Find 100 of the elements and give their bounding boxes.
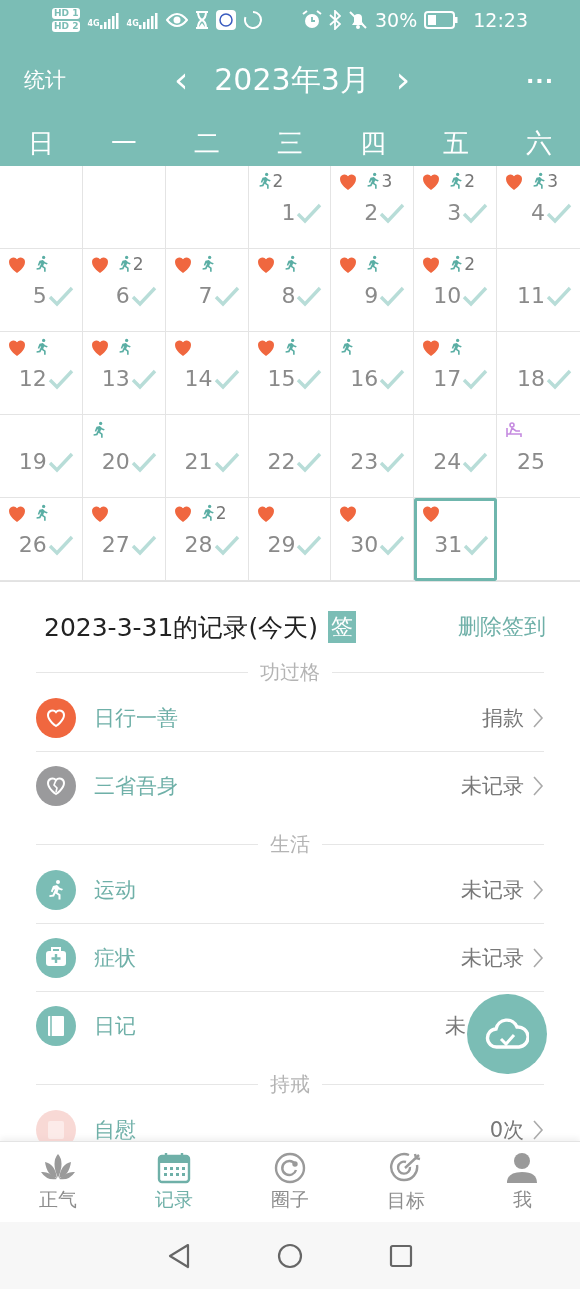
heart-icon	[422, 172, 441, 190]
row-value: 未记录	[461, 876, 524, 904]
run-count: 2	[464, 254, 476, 274]
check-icon	[296, 367, 323, 390]
nav-tab[interactable]: 记录	[116, 1142, 232, 1222]
battery-icon	[424, 11, 459, 29]
home-icon[interactable]	[277, 1242, 303, 1269]
calendar-day[interactable]: 2 10	[414, 249, 498, 332]
run-count: 2	[132, 254, 144, 274]
chevron-icon[interactable]	[532, 706, 544, 729]
heart-icon	[339, 504, 358, 522]
check-icon	[546, 201, 572, 224]
day-number: 26	[18, 532, 47, 557]
calendar-day[interactable]: 9	[331, 249, 415, 332]
calendar-day[interactable]: 22	[248, 415, 332, 498]
day-number: 12	[18, 366, 47, 391]
more-button[interactable]: ···	[440, 66, 560, 94]
run-count: 2	[464, 171, 476, 191]
check-icon	[462, 201, 489, 224]
back-icon[interactable]	[167, 1242, 191, 1269]
chevron-icon[interactable]	[532, 878, 544, 901]
calendar-day[interactable]: 26	[0, 498, 83, 581]
calendar-day[interactable]: 12	[0, 332, 83, 415]
meditation-icon	[505, 422, 524, 438]
running-person-icon	[34, 504, 50, 522]
running-person-icon	[365, 172, 382, 190]
heart-icon	[256, 338, 275, 356]
check-icon	[213, 367, 240, 390]
check-icon	[47, 367, 74, 390]
calendar-day[interactable]: 27	[82, 498, 166, 581]
day-number: 6	[115, 283, 130, 308]
next-month-button[interactable]: ›	[391, 62, 415, 98]
calendar-day[interactable]: 16	[331, 332, 415, 415]
section-title: 功过格	[260, 658, 320, 686]
check-icon	[462, 284, 489, 307]
weekday-label: 日	[27, 126, 56, 160]
calendar-day[interactable]: 2 28	[165, 498, 249, 581]
check-icon	[130, 533, 157, 556]
running-person-icon	[34, 338, 50, 356]
nav-tab[interactable]: 我	[464, 1142, 580, 1222]
weekday-label: 二	[193, 126, 222, 160]
check-icon	[213, 533, 240, 556]
calendar-icon	[157, 1151, 191, 1184]
chevron-icon[interactable]	[532, 775, 544, 797]
calendar-day[interactable]: 19	[0, 415, 83, 498]
heart-icon	[422, 504, 441, 522]
calendar-day[interactable]: 17	[414, 332, 498, 415]
calendar-day[interactable]: 14	[165, 332, 249, 415]
record-title: 2023-3-31的记录(今天)	[44, 611, 318, 644]
run-count: 2	[272, 171, 284, 191]
calendar-day[interactable]: 29	[248, 498, 332, 581]
statistics-link[interactable]: 统计	[24, 66, 144, 94]
calendar-day[interactable]: 13	[82, 332, 166, 415]
calendar-day[interactable]: 2 6	[82, 249, 166, 332]
calendar-day[interactable]: 24	[414, 415, 498, 498]
delete-checkin-link[interactable]: 删除签到	[458, 612, 546, 642]
check-icon	[47, 533, 74, 556]
row-label: 日记	[94, 1013, 136, 1040]
nav-tab[interactable]: 圈子	[232, 1142, 348, 1222]
day-number: 21	[184, 449, 213, 474]
nav-tab[interactable]: 目标	[348, 1142, 464, 1222]
calendar-day[interactable]: 21	[165, 415, 249, 498]
heart-icon	[422, 338, 441, 356]
calendar-day[interactable]: 2 3	[414, 166, 498, 249]
day-number: 27	[101, 532, 130, 557]
signed-badge: 签	[327, 611, 356, 643]
running-person-icon	[448, 255, 465, 273]
chevron-icon[interactable]	[532, 946, 544, 969]
nav-tab[interactable]: 正气	[0, 1142, 116, 1222]
calendar-day[interactable]: 31	[414, 498, 498, 581]
network-label: 4G	[87, 19, 100, 28]
calendar-day[interactable]: 23	[331, 415, 415, 498]
day-number: 7	[198, 283, 213, 308]
calendar-day[interactable]: 5	[0, 249, 83, 332]
row-value: 未记录	[461, 773, 524, 800]
calendar-day[interactable]: 3 2	[331, 166, 415, 249]
previous-month-button[interactable]: ‹	[169, 62, 193, 98]
day-number: 17	[433, 366, 462, 391]
ring-icon	[274, 1151, 306, 1184]
check-icon	[379, 201, 406, 224]
heart-icon	[90, 504, 109, 522]
chevron-icon[interactable]	[532, 1119, 544, 1141]
section-title: 持戒	[270, 1070, 310, 1098]
day-number: 25	[517, 449, 545, 474]
calendar-day[interactable]: 15	[248, 332, 332, 415]
run-count: 3	[381, 171, 393, 191]
calendar-day[interactable]: 2 1	[248, 166, 332, 249]
check-icon	[462, 367, 489, 390]
calendar-day[interactable]: 8	[248, 249, 332, 332]
check-icon	[379, 367, 406, 390]
calendar-day[interactable]: 20	[82, 415, 166, 498]
day-number: 4	[531, 200, 545, 225]
calendar-day[interactable]: 30	[331, 498, 415, 581]
day-number: 20	[101, 449, 130, 474]
calendar-day[interactable]: 7	[165, 249, 249, 332]
day-number: 10	[433, 283, 462, 308]
heart-icon	[173, 255, 192, 273]
battery-percent: 30%	[375, 9, 418, 31]
recent-apps-icon[interactable]	[389, 1243, 413, 1268]
check-icon	[130, 450, 157, 473]
